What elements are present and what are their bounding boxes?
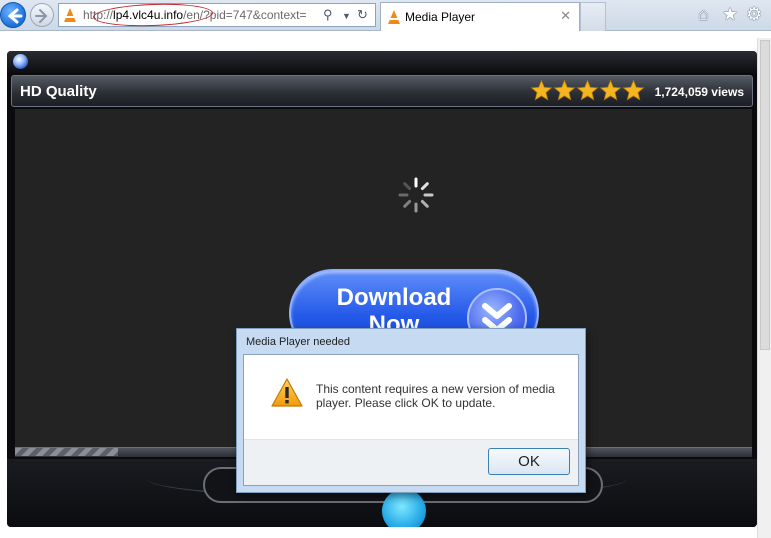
player-top-strip bbox=[7, 51, 757, 73]
favorites-icon[interactable]: ★ bbox=[722, 4, 738, 25]
player-title-bar: HD Quality 1,724,059 views bbox=[11, 75, 753, 107]
seek-bar-fill bbox=[15, 448, 119, 456]
dialog-footer: OK bbox=[244, 439, 578, 485]
star-icon bbox=[530, 79, 553, 101]
star-icon bbox=[599, 79, 622, 101]
vlc-icon bbox=[64, 8, 76, 22]
back-button[interactable] bbox=[0, 2, 26, 28]
settings-icon[interactable]: ⚙ bbox=[746, 4, 762, 25]
dialog-title: Media Player needed bbox=[246, 336, 350, 348]
home-icon[interactable]: ⌂ bbox=[698, 4, 709, 25]
star-icon bbox=[553, 79, 576, 101]
close-tab-icon[interactable]: ✕ bbox=[560, 8, 571, 24]
dropdown-icon[interactable]: ▼ bbox=[342, 11, 351, 21]
browser-toolbar: http://lp4.vlc4u.info/en/?pid=747&contex… bbox=[0, 0, 771, 31]
url-highlight-circle bbox=[92, 1, 214, 29]
play-button[interactable] bbox=[382, 489, 426, 527]
video-title: HD Quality bbox=[20, 83, 97, 100]
dialog-message: This content requires a new version of m… bbox=[316, 382, 555, 410]
view-count: 1,724,059 views bbox=[654, 85, 744, 99]
refresh-icon[interactable]: ↻ bbox=[357, 7, 368, 23]
tab-title: Media Player bbox=[405, 10, 476, 24]
tab-media-player[interactable]: Media Player ✕ bbox=[380, 2, 580, 31]
star-rating bbox=[530, 79, 645, 103]
new-tab-button[interactable] bbox=[580, 2, 606, 31]
star-icon bbox=[622, 79, 645, 101]
star-icon bbox=[576, 79, 599, 101]
forward-button[interactable] bbox=[30, 3, 54, 27]
warning-icon bbox=[271, 378, 303, 407]
page-scrollbar[interactable] bbox=[757, 38, 771, 538]
ok-button[interactable]: OK bbox=[488, 448, 570, 475]
scrollbar-thumb[interactable] bbox=[760, 40, 770, 350]
address-bar[interactable]: http://lp4.vlc4u.info/en/?pid=747&contex… bbox=[58, 1, 376, 29]
forward-icon bbox=[35, 9, 48, 23]
update-dialog: Media Player needed This content require… bbox=[236, 328, 586, 493]
vlc-icon bbox=[388, 10, 400, 24]
loading-spinner-icon bbox=[398, 177, 434, 213]
player-logo-icon bbox=[13, 54, 28, 69]
search-icon[interactable]: ⚲ bbox=[323, 7, 333, 23]
back-icon bbox=[7, 8, 23, 24]
dialog-body: This content requires a new version of m… bbox=[243, 354, 579, 486]
